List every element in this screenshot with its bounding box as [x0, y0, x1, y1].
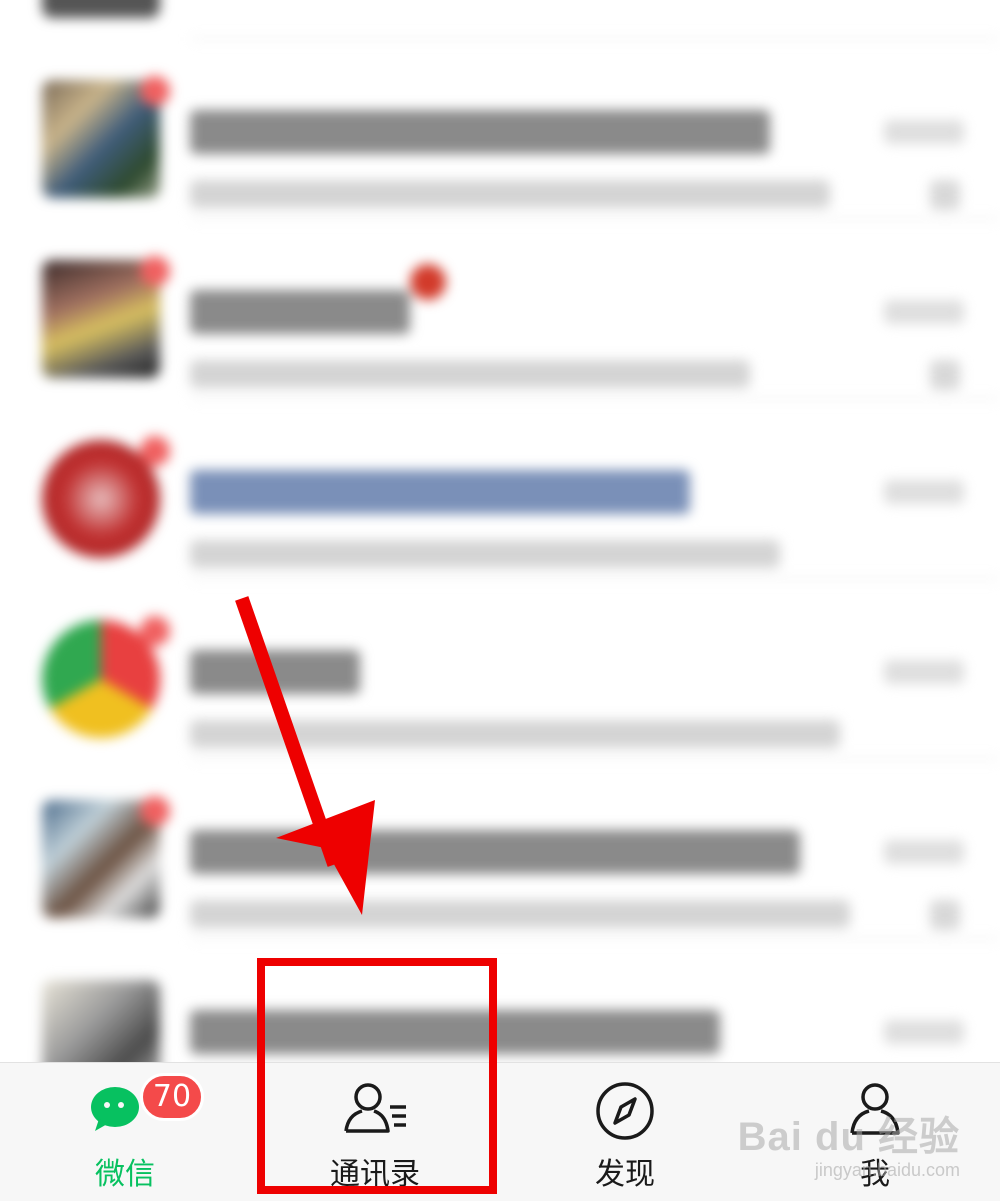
chat-title-blurred — [190, 110, 770, 154]
chat-preview-blurred — [190, 360, 750, 388]
unread-dot — [140, 616, 170, 646]
chat-row[interactable] — [0, 580, 1000, 760]
tab-chats[interactable]: 70 微信 — [0, 1063, 250, 1201]
chat-time-blurred — [884, 300, 964, 324]
tab-discover[interactable]: 发现 — [500, 1063, 750, 1201]
compass-icon — [590, 1079, 660, 1143]
unread-dot — [140, 76, 170, 106]
tab-label-contacts: 通讯录 — [330, 1157, 420, 1192]
chat-time-blurred — [884, 1020, 964, 1044]
chat-title-blurred — [190, 650, 360, 694]
chat-row[interactable] — [0, 0, 1000, 40]
unread-count-badge: 70 — [140, 1073, 204, 1121]
tab-label-chats: 微信 — [95, 1157, 155, 1192]
chat-time-blurred — [884, 660, 964, 684]
chat-title-blurred — [190, 290, 410, 334]
tab-label-discover: 发现 — [595, 1157, 655, 1192]
chat-row[interactable] — [0, 760, 1000, 940]
avatar — [42, 0, 160, 18]
tab-label-me: 我 — [860, 1157, 890, 1192]
avatar — [42, 980, 160, 1062]
chat-title-blurred — [190, 1010, 720, 1054]
chat-row[interactable] — [0, 940, 1000, 1062]
unread-dot — [140, 256, 170, 286]
chat-title-blurred — [190, 470, 690, 514]
tab-contacts[interactable]: 通讯录 — [250, 1063, 500, 1201]
chat-preview-blurred — [190, 900, 850, 928]
chat-time-blurred — [884, 120, 964, 144]
chat-preview-blurred — [190, 180, 830, 208]
mute-icon — [930, 180, 960, 210]
chat-list — [0, 0, 1000, 1062]
person-icon — [840, 1079, 910, 1143]
chat-row[interactable] — [0, 400, 1000, 580]
chat-preview-blurred — [190, 540, 780, 568]
mute-icon — [930, 360, 960, 390]
unread-dot — [140, 796, 170, 826]
chat-row[interactable] — [0, 220, 1000, 400]
chat-row[interactable] — [0, 40, 1000, 220]
chat-time-blurred — [884, 480, 964, 504]
chat-preview-blurred — [190, 720, 840, 748]
bottom-tab-bar: 70 微信 通讯录 发现 我 — [0, 1062, 1000, 1201]
chat-time-blurred — [884, 840, 964, 864]
tab-me[interactable]: 我 — [750, 1063, 1000, 1201]
emoji-icon — [410, 264, 446, 300]
mute-icon — [930, 900, 960, 930]
chat-title-blurred — [190, 830, 800, 874]
unread-dot — [140, 436, 170, 466]
contacts-icon — [340, 1079, 410, 1143]
